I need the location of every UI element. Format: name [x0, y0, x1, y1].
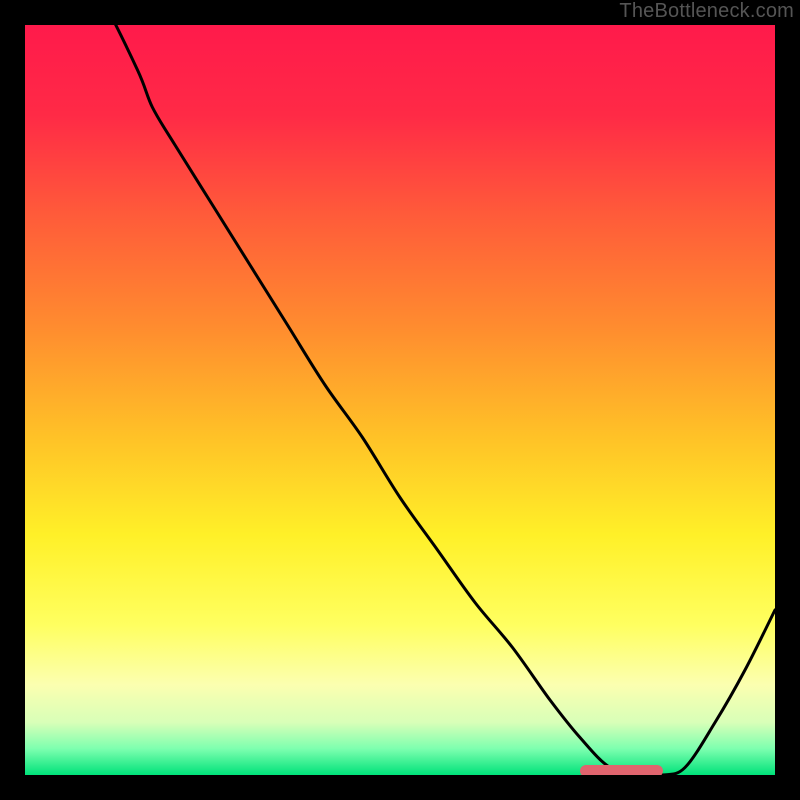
curve-path	[25, 25, 775, 775]
chart-frame: TheBottleneck.com	[0, 0, 800, 800]
plot-area	[25, 25, 775, 775]
bottleneck-curve	[25, 25, 775, 775]
plot-outer	[25, 25, 775, 775]
trough-marker	[580, 765, 663, 775]
watermark-text: TheBottleneck.com	[619, 0, 794, 23]
